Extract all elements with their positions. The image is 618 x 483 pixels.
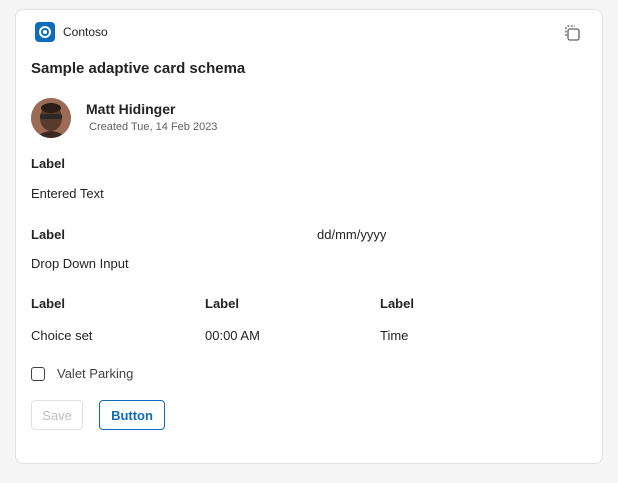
save-button[interactable]: Save	[31, 400, 83, 430]
contoso-logo-icon	[35, 22, 55, 42]
card-title: Sample adaptive card schema	[31, 60, 246, 77]
primary-button[interactable]: Button	[99, 400, 165, 430]
time-label: Label	[380, 296, 414, 311]
valet-parking-checkbox[interactable]	[31, 366, 45, 381]
dropdown-input[interactable]: Drop Down Input	[31, 256, 129, 271]
card-header: Contoso	[35, 22, 108, 42]
valet-parking-checkbox-row[interactable]: Valet Parking	[31, 366, 133, 381]
dropdown-label: Label	[31, 227, 65, 242]
time-value[interactable]: Time	[380, 328, 408, 343]
valet-parking-label: Valet Parking	[57, 366, 134, 381]
choice-set-label: Label	[31, 296, 65, 311]
adaptive-card: Contoso Sample adaptive card schema Matt…	[15, 9, 603, 464]
copy-icon[interactable]	[562, 23, 582, 43]
app-name: Contoso	[63, 25, 108, 39]
created-date: Created Tue, 14 Feb 2023	[89, 121, 218, 133]
choice-set-input[interactable]: Choice set	[31, 328, 92, 343]
text-field-label: Label	[31, 156, 65, 171]
avatar	[31, 98, 71, 138]
text-field-value[interactable]: Entered Text	[31, 186, 104, 201]
date-input[interactable]: dd/mm/yyyy	[317, 227, 386, 242]
time-input-label: Label	[205, 296, 239, 311]
author-name: Matt Hidinger	[86, 101, 176, 117]
time-input[interactable]: 00:00 AM	[205, 328, 260, 343]
